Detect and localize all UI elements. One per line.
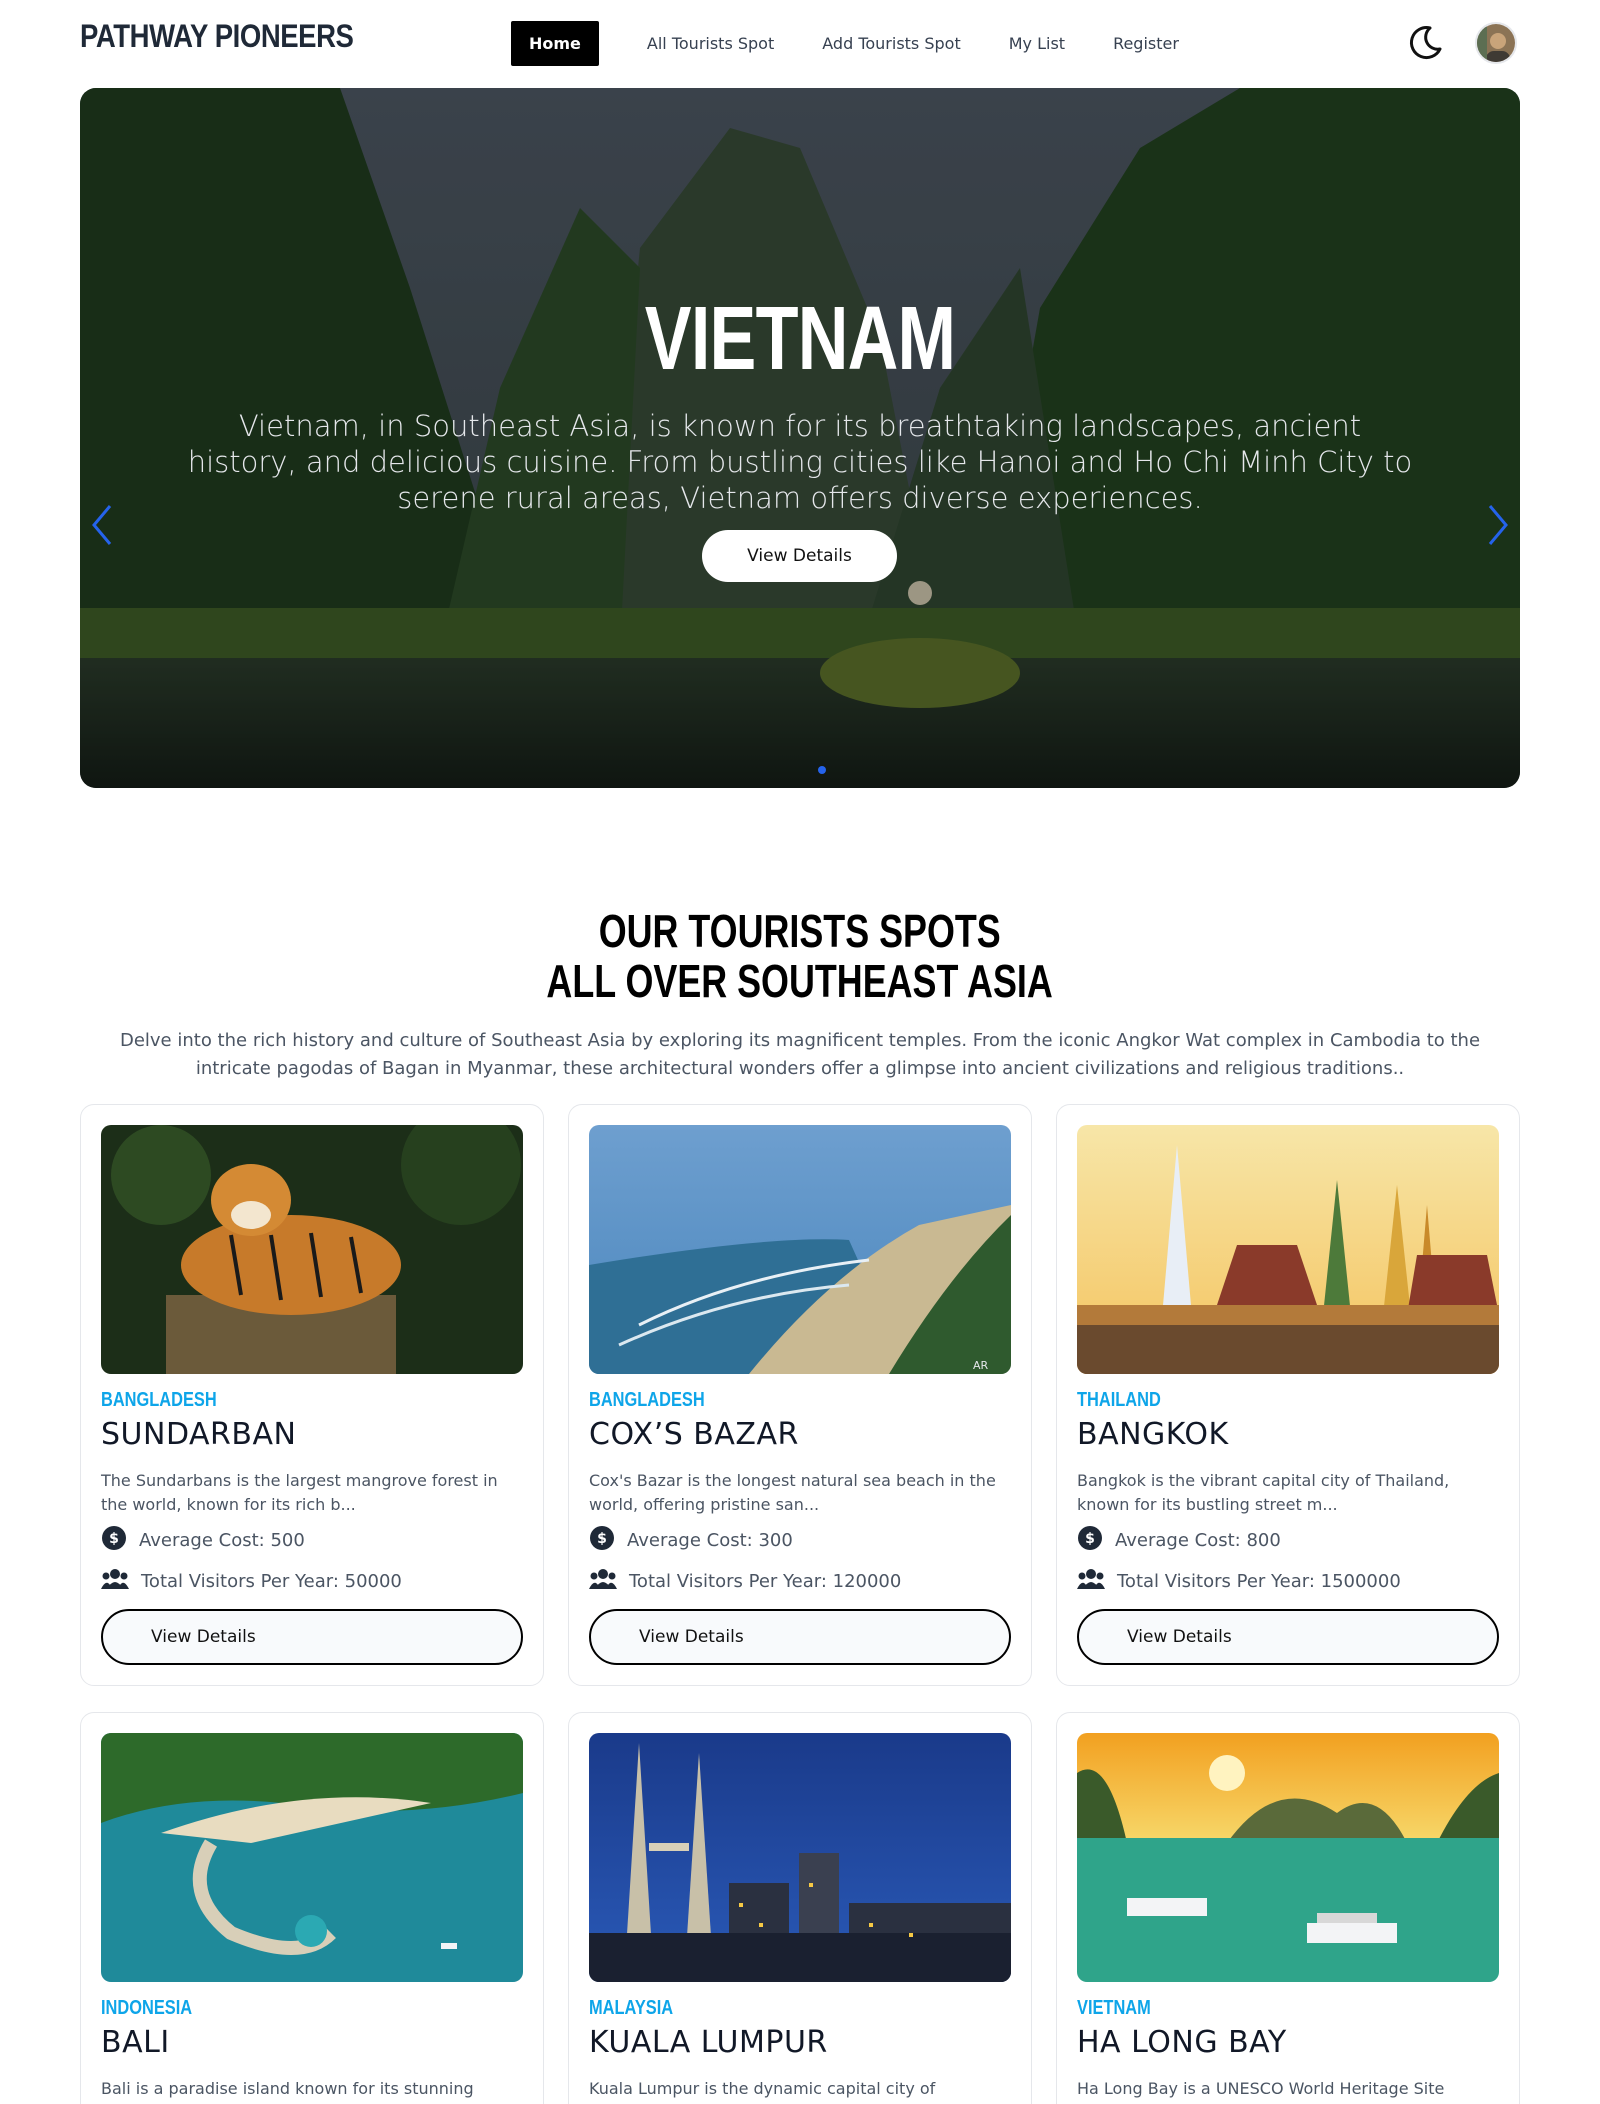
spot-cost: $ Average Cost: 300 [589,1525,793,1556]
spot-card: THAILAND BANGKOK Bangkok is the vibrant … [1056,1104,1520,1686]
spot-name: KUALA LUMPUR [589,2025,828,2060]
site-logo[interactable]: PATHWAY PIONEERS [80,18,354,55]
nav-my-list[interactable]: My List [1009,21,1065,66]
spot-country: INDONESIA [101,1997,193,2019]
spot-name: COX’S BAZAR [589,1417,799,1452]
user-avatar[interactable] [1475,22,1517,64]
spot-name: SUNDARBAN [101,1417,297,1452]
spot-image [101,1125,523,1374]
spot-card: MALAYSIA KUALA LUMPUR Kuala Lumpur is th… [568,1712,1032,2104]
spot-cost-label: Average Cost: 800 [1115,1530,1281,1551]
spot-description: The Sundarbans is the largest mangrove f… [101,1471,498,1514]
spot-image [1077,1733,1499,1982]
svg-text:$: $ [597,1531,607,1547]
spot-visitors-label: Total Visitors Per Year: 120000 [629,1571,902,1592]
spot-country: BANGLADESH [101,1389,217,1411]
view-details-button[interactable]: View Details [1077,1609,1499,1665]
spot-country: BANGLADESH [589,1389,705,1411]
hero-view-details-button[interactable]: View Details [702,530,897,582]
spot-cost-label: Average Cost: 500 [139,1530,305,1551]
spot-name: BALI [101,2025,170,2060]
spot-country: MALAYSIA [589,1997,674,2019]
section-title-line1: OUR TOURISTS SPOTS [598,905,1002,957]
nav-all-tourists-spot[interactable]: All Tourists Spot [647,21,774,66]
view-details-button[interactable]: View Details [589,1609,1011,1665]
spot-name: HA LONG BAY [1077,2025,1287,2060]
nav-links: Home All Tourists Spot Add Tourists Spot… [511,21,1227,66]
spot-image [1077,1125,1499,1374]
spot-description: Kuala Lumpur is the dynamic capital city… [589,2079,936,2098]
spot-description: Cox's Bazar is the longest natural sea b… [589,1471,996,1514]
spot-card: INDONESIA BALI Bali is a paradise island… [80,1712,544,2104]
nav-home[interactable]: Home [511,21,599,66]
spot-name: BANGKOK [1077,1417,1229,1452]
carousel-pagination-dot[interactable] [818,766,826,774]
spot-description: Bali is a paradise island known for its … [101,2079,474,2098]
moon-icon[interactable] [1406,22,1446,62]
spot-image [101,1733,523,1982]
image-watermark: AR [973,1359,989,1372]
spot-card: AR BANGLADESH COX’S BAZAR Cox's Bazar is… [568,1104,1032,1686]
spot-country: VIETNAM [1077,1997,1151,2019]
spot-description: Bangkok is the vibrant capital city of T… [1077,1471,1450,1514]
dollar-icon: $ [589,1525,615,1556]
spot-visitors-label: Total Visitors Per Year: 50000 [141,1571,402,1592]
spot-visitors-label: Total Visitors Per Year: 1500000 [1117,1571,1401,1592]
view-details-button[interactable]: View Details [101,1609,523,1665]
spot-description: Ha Long Bay is a UNESCO World Heritage S… [1077,2079,1445,2098]
spot-card: VIETNAM HA LONG BAY Ha Long Bay is a UNE… [1056,1712,1520,2104]
spot-cost: $ Average Cost: 800 [1077,1525,1281,1556]
users-icon [1077,1567,1105,1596]
svg-text:$: $ [1085,1531,1095,1547]
spot-image [589,1733,1011,1982]
carousel-prev-arrow-icon[interactable] [88,500,118,550]
spot-cost: $ Average Cost: 500 [101,1525,305,1556]
spot-visitors: Total Visitors Per Year: 120000 [589,1567,901,1596]
nav-add-tourists-spot[interactable]: Add Tourists Spot [822,21,960,66]
navbar: PATHWAY PIONEERS Home All Tourists Spot … [0,0,1600,86]
svg-text:$: $ [109,1531,119,1547]
spot-card: BANGLADESH SUNDARBAN The Sundarbans is t… [80,1104,544,1686]
section-title-line2: ALL OVER SOUTHEAST ASIA [546,955,1054,1007]
section-title: OUR TOURISTS SPOTS ALL OVER SOUTHEAST AS… [0,906,1600,1006]
section-description: Delve into the rich history and culture … [119,1030,1481,1079]
nav-register[interactable]: Register [1113,21,1179,66]
spot-country: THAILAND [1077,1389,1161,1411]
spot-visitors: Total Visitors Per Year: 50000 [101,1567,402,1596]
spot-visitors: Total Visitors Per Year: 1500000 [1077,1567,1401,1596]
hero-carousel: VIETNAM Vietnam, in Southeast Asia, is k… [80,88,1520,788]
dollar-icon: $ [101,1525,127,1556]
users-icon [101,1567,129,1596]
spot-cost-label: Average Cost: 300 [627,1530,793,1551]
hero-description: Vietnam, in Southeast Asia, is known for… [187,409,1413,515]
dollar-icon: $ [1077,1525,1103,1556]
spot-image: AR [589,1125,1011,1374]
hero-title: VIETNAM [644,289,956,389]
users-icon [589,1567,617,1596]
carousel-next-arrow-icon[interactable] [1482,500,1512,550]
